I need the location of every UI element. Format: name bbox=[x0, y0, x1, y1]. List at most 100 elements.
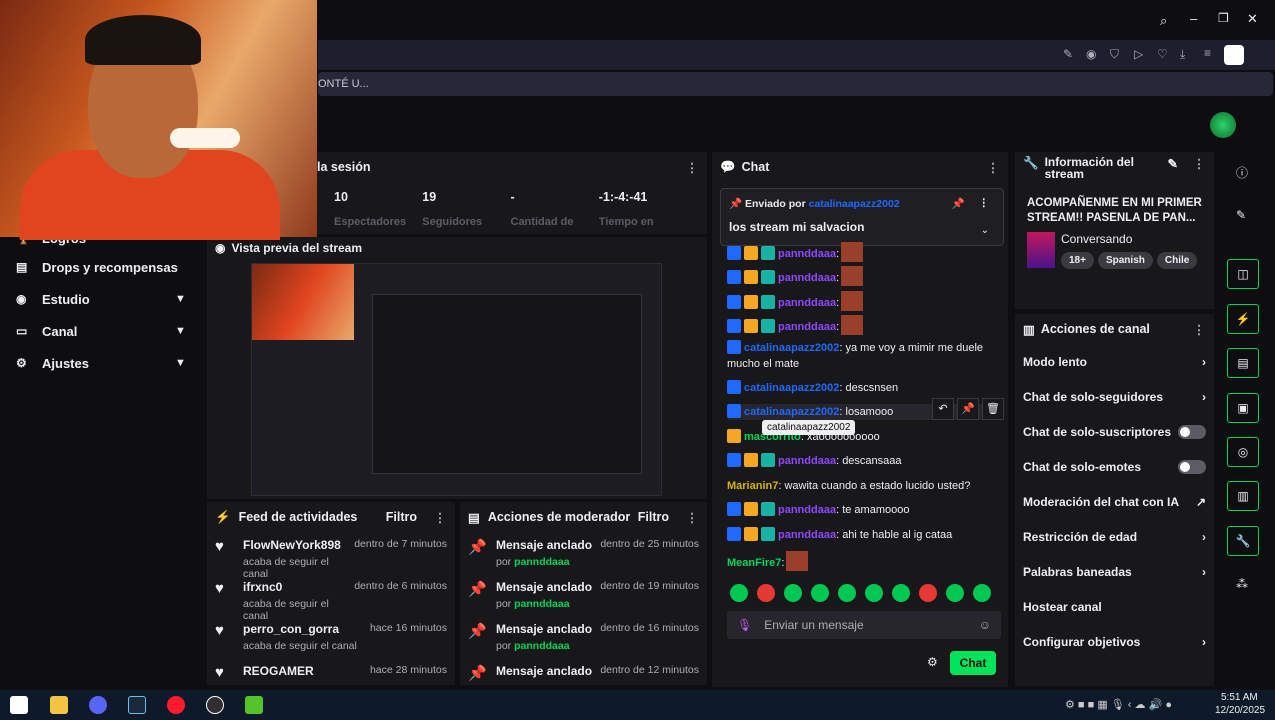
emoji-icon[interactable]: ☺ bbox=[979, 618, 991, 632]
action-host-channel[interactable]: Hostear canal bbox=[1015, 589, 1214, 624]
sidebar-item-drops[interactable]: ▤ Drops y recompensas bbox=[0, 251, 205, 283]
emote-icon[interactable] bbox=[757, 584, 775, 602]
emote-icon[interactable] bbox=[784, 584, 802, 602]
chat-message[interactable]: pannddaaa: bbox=[727, 266, 864, 286]
add-widget-icon[interactable]: ⁂ bbox=[1236, 577, 1248, 591]
list-item[interactable]: ♥ FlowNewYork898 acaba de seguir el canal… bbox=[207, 532, 455, 580]
emote-icon[interactable] bbox=[973, 584, 991, 602]
rail-button-info[interactable]: 🔧 bbox=[1227, 526, 1259, 556]
chat-message-hovered[interactable]: catalinaapazz2002: losamooo ↶ 📌 🗑 bbox=[727, 398, 1004, 420]
rail-button-actions[interactable]: ▥ bbox=[1227, 481, 1259, 511]
chat-message[interactable]: pannddaaa: descansaaa bbox=[727, 453, 902, 469]
chevron-down-icon[interactable]: ⌄ bbox=[981, 225, 989, 236]
chat-input[interactable]: 🎙 Enviar un mensaje ☺ bbox=[727, 611, 1001, 639]
list-item[interactable]: 📌 Mensaje anclado por pannddaaa dentro de… bbox=[460, 574, 707, 616]
more-icon[interactable]: ⋮ bbox=[979, 197, 990, 209]
feed-filter-button[interactable]: Filtro bbox=[386, 510, 417, 524]
folder-icon[interactable] bbox=[50, 696, 68, 714]
action-ai-moderation[interactable]: Moderación del chat con IA ↗ bbox=[1015, 484, 1214, 519]
chat-message[interactable]: pannddaaa: te amamoooo bbox=[727, 502, 909, 518]
chat-send-button[interactable]: Chat bbox=[950, 651, 996, 675]
mic-icon[interactable]: 🎙 bbox=[737, 618, 752, 632]
action-banned-words[interactable]: Palabras baneadas › bbox=[1015, 554, 1214, 589]
emote-icon[interactable] bbox=[892, 584, 910, 602]
stream-preview-video[interactable] bbox=[251, 263, 662, 496]
sidebar-item-canal[interactable]: ▭ Canal ▼ bbox=[0, 315, 205, 347]
camera-icon[interactable]: ◉ bbox=[1086, 47, 1096, 61]
list-item[interactable]: 📌 Mensaje anclado por pannddaaa dentro de… bbox=[460, 616, 707, 658]
emotes-only-toggle[interactable] bbox=[1178, 459, 1206, 474]
list-item[interactable]: 📌 Mensaje anclado dentro de 12 minutos bbox=[460, 658, 707, 685]
action-goals[interactable]: Configurar objetivos › bbox=[1015, 624, 1214, 659]
rail-button-chat[interactable]: ▣ bbox=[1227, 393, 1259, 423]
rail-button-mod[interactable]: ▤ bbox=[1227, 348, 1259, 378]
reply-icon[interactable]: ↶ bbox=[932, 398, 954, 420]
maximize-icon[interactable]: ❐ bbox=[1218, 11, 1229, 25]
more-icon[interactable]: ⋮ bbox=[685, 160, 699, 175]
chat-settings-icon[interactable]: ⚙ bbox=[927, 655, 938, 669]
heart-icon[interactable]: ♡ bbox=[1157, 47, 1168, 61]
chat-message[interactable]: MeanFire7: bbox=[727, 551, 809, 571]
opera-icon[interactable] bbox=[167, 696, 185, 714]
tag-chip[interactable]: 18+ bbox=[1061, 252, 1094, 269]
tag-chip[interactable]: Spanish bbox=[1097, 252, 1153, 269]
shield-icon[interactable]: ⛉ bbox=[1110, 47, 1119, 62]
chat-message[interactable]: Marianin7: wawita cuando a estado lucido… bbox=[727, 478, 970, 494]
tag-chip[interactable]: Chile bbox=[1156, 252, 1198, 269]
app-green-icon[interactable] bbox=[245, 696, 263, 714]
emote-icon[interactable] bbox=[865, 584, 883, 602]
edit-icon[interactable]: ✎ bbox=[1168, 156, 1178, 171]
chat-message[interactable]: catalinaapazz2002: ya me voy a mimir me … bbox=[727, 340, 997, 372]
mod-filter-button[interactable]: Filtro bbox=[638, 510, 669, 524]
pin-message-icon[interactable]: 📌 bbox=[957, 398, 979, 420]
chat-message[interactable]: pannddaaa: bbox=[727, 291, 864, 311]
emote-icon[interactable] bbox=[730, 584, 748, 602]
chat-message[interactable]: pannddaaa: bbox=[727, 315, 864, 335]
subscribers-only-toggle[interactable] bbox=[1178, 424, 1206, 439]
pinned-message[interactable]: 📌 Enviado por catalinaapazz2002 📌 ⋮ los … bbox=[720, 188, 1004, 246]
play-icon[interactable]: ▷ bbox=[1134, 47, 1143, 61]
more-icon[interactable]: ⋮ bbox=[685, 510, 699, 525]
sidebar-item-ajustes[interactable]: ⚙ Ajustes ▼ bbox=[0, 347, 205, 379]
emote-icon[interactable] bbox=[946, 584, 964, 602]
more-icon[interactable]: ⋮ bbox=[1192, 156, 1206, 171]
list-item[interactable]: ♥ REOGAMER hace 28 minutos bbox=[207, 658, 455, 685]
extension-icon[interactable] bbox=[1224, 45, 1244, 65]
more-icon[interactable]: ⋮ bbox=[986, 160, 1000, 175]
globe-avatar-icon[interactable] bbox=[1210, 112, 1236, 138]
emote-icon[interactable] bbox=[811, 584, 829, 602]
rail-button-activity[interactable]: ⚡ bbox=[1227, 304, 1259, 334]
more-icon[interactable]: ⋮ bbox=[433, 510, 447, 525]
obs-icon[interactable] bbox=[206, 696, 224, 714]
emote-icon[interactable] bbox=[919, 584, 937, 602]
action-age-restriction[interactable]: Restricción de edad › bbox=[1015, 519, 1214, 554]
action-emotes-only[interactable]: Chat de solo-emotes bbox=[1015, 449, 1214, 484]
sidebar-item-estudio[interactable]: ◉ Estudio ▼ bbox=[0, 283, 205, 315]
chat-message[interactable]: catalinaapazz2002: descsnsen bbox=[727, 380, 898, 396]
unpin-icon[interactable]: 📌 bbox=[952, 197, 965, 210]
pencil-icon[interactable]: ✎ bbox=[1236, 208, 1246, 222]
edit-icon[interactable]: ✎ bbox=[1063, 47, 1073, 61]
menu-icon[interactable]: ≡ bbox=[1204, 46, 1211, 60]
emote-icon[interactable] bbox=[838, 584, 856, 602]
action-slow-mode[interactable]: Modo lento › bbox=[1015, 344, 1214, 379]
download-icon[interactable]: ⤓ bbox=[1180, 47, 1185, 62]
rail-button-preview[interactable]: ◫ bbox=[1227, 259, 1259, 289]
minimize-icon[interactable]: – bbox=[1190, 11, 1197, 26]
windows-start-icon[interactable] bbox=[10, 696, 28, 714]
action-followers-only[interactable]: Chat de solo-seguidores › bbox=[1015, 379, 1214, 414]
action-subscribers-only[interactable]: Chat de solo-suscriptores bbox=[1015, 414, 1214, 449]
info-icon[interactable]: ⓘ bbox=[1236, 164, 1248, 181]
address-bar[interactable]: ONTÉ U... bbox=[318, 72, 1273, 96]
chat-message[interactable]: pannddaaa: bbox=[727, 242, 864, 262]
list-item[interactable]: 📌 Mensaje anclado por pannddaaa dentro de… bbox=[460, 532, 707, 574]
chat-message[interactable]: pannddaaa: ahi te hable al ig cataa bbox=[727, 527, 952, 543]
steam-icon[interactable] bbox=[128, 696, 146, 714]
discord-icon[interactable] bbox=[89, 696, 107, 714]
tray-icons[interactable]: ⚙ ■ ■ ▦ 🎙 ‹ ☁ 🔊 ● bbox=[1065, 698, 1172, 711]
delete-icon[interactable]: 🗑 bbox=[982, 398, 1004, 420]
list-item[interactable]: ♥ ifrxnc0 acaba de seguir el canal dentro… bbox=[207, 574, 455, 622]
search-icon[interactable]: ⌕ bbox=[1160, 13, 1167, 29]
list-item[interactable]: ♥ perro_con_gorra acaba de seguir el cana… bbox=[207, 616, 455, 658]
category-name[interactable]: Conversando bbox=[1061, 232, 1201, 246]
